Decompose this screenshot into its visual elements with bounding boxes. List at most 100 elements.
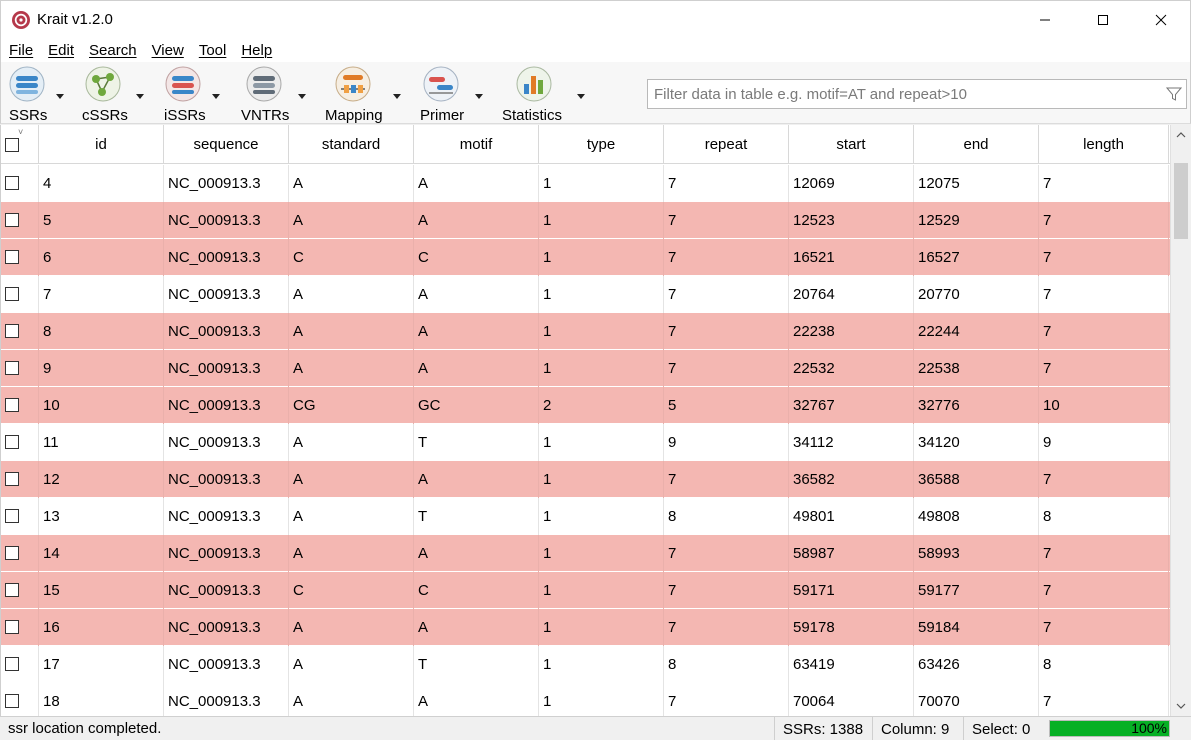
cell-repeat: 8: [664, 497, 789, 535]
ssrs-tool-button[interactable]: SSRs: [9, 66, 69, 124]
cell-end: 59184: [914, 608, 1039, 646]
filter-funnel-icon[interactable]: [1166, 86, 1182, 102]
cell-type: 1: [539, 423, 664, 461]
statistics-dropdown-caret[interactable]: [577, 94, 585, 99]
row-checkbox[interactable]: [5, 694, 19, 708]
row-checkbox[interactable]: [5, 398, 19, 412]
row-checkbox[interactable]: [5, 324, 19, 338]
column-header-standard[interactable]: standard: [289, 125, 414, 164]
vntrs-dropdown-caret[interactable]: [298, 94, 306, 99]
column-header-motif[interactable]: motif: [414, 125, 539, 164]
cell-standard: A: [289, 312, 414, 350]
menu-edit[interactable]: Edit: [48, 42, 74, 59]
column-header-sequence[interactable]: sequence: [164, 125, 289, 164]
row-checkbox[interactable]: [5, 509, 19, 523]
primer-tool-button[interactable]: Primer: [419, 66, 489, 124]
mapping-tool-button[interactable]: Mapping: [324, 66, 404, 124]
cell-end: 12529: [914, 201, 1039, 239]
scroll-down-icon[interactable]: [1171, 698, 1191, 714]
cell-motif: A: [414, 349, 539, 387]
menu-tool[interactable]: Tool: [199, 42, 227, 59]
cell-sequence: NC_000913.3: [164, 608, 289, 646]
ssrs-dropdown-caret[interactable]: [56, 94, 64, 99]
vntrs-tool-button[interactable]: VNTRs: [241, 66, 309, 124]
row-checkbox[interactable]: [5, 435, 19, 449]
table-row[interactable]: 11 NC_000913.3 A T 1 9 34112 34120 9: [1, 423, 1171, 461]
cell-repeat: 7: [664, 275, 789, 313]
cell-end: 22538: [914, 349, 1039, 387]
row-checkbox[interactable]: [5, 546, 19, 560]
row-checkbox[interactable]: [5, 657, 19, 671]
table-row[interactable]: 8 NC_000913.3 A A 1 7 22238 22244 7: [1, 312, 1171, 350]
row-checkbox-cell: [1, 682, 39, 716]
row-checkbox[interactable]: [5, 472, 19, 486]
ssr-count: SSRs: 1388: [774, 717, 870, 740]
cssrs-dropdown-caret[interactable]: [136, 94, 144, 99]
column-header-id[interactable]: id: [39, 125, 164, 164]
row-checkbox[interactable]: [5, 287, 19, 301]
row-checkbox[interactable]: [5, 176, 19, 190]
status-message: ssr location completed.: [8, 720, 162, 737]
table-row[interactable]: 18 NC_000913.3 A A 1 7 70064 70070 7: [1, 682, 1171, 716]
scroll-thumb[interactable]: [1174, 163, 1188, 239]
cell-motif: A: [414, 275, 539, 313]
table-row[interactable]: 16 NC_000913.3 A A 1 7 59178 59184 7: [1, 608, 1171, 646]
minimize-button[interactable]: [1016, 1, 1074, 39]
cell-repeat: 7: [664, 164, 789, 202]
cell-start: 32767: [789, 386, 914, 424]
menu-file[interactable]: File: [9, 42, 33, 59]
cell-type: 1: [539, 497, 664, 535]
title-bar: Krait v1.2.0: [0, 0, 1191, 38]
table-row[interactable]: 4 NC_000913.3 A A 1 7 12069 12075 7: [1, 164, 1171, 202]
table-row[interactable]: 12 NC_000913.3 A A 1 7 36582 36588 7: [1, 460, 1171, 498]
cell-repeat: 7: [664, 312, 789, 350]
row-checkbox[interactable]: [5, 361, 19, 375]
cell-end: 49808: [914, 497, 1039, 535]
column-header-length[interactable]: length: [1039, 125, 1169, 164]
column-header-repeat[interactable]: repeat: [664, 125, 789, 164]
close-button[interactable]: [1132, 1, 1190, 39]
cell-motif: A: [414, 312, 539, 350]
column-header-start[interactable]: start: [789, 125, 914, 164]
row-checkbox[interactable]: [5, 583, 19, 597]
cell-type: 1: [539, 460, 664, 498]
issrs-icon: [165, 66, 201, 102]
column-header-end[interactable]: end: [914, 125, 1039, 164]
table-row[interactable]: 6 NC_000913.3 C C 1 7 16521 16527 7: [1, 238, 1171, 276]
scroll-up-icon[interactable]: [1171, 127, 1191, 143]
cell-type: 1: [539, 201, 664, 239]
cell-motif: T: [414, 423, 539, 461]
mapping-dropdown-caret[interactable]: [393, 94, 401, 99]
cell-standard: A: [289, 275, 414, 313]
row-checkbox[interactable]: [5, 213, 19, 227]
cell-id: 7: [39, 275, 164, 313]
menu-view[interactable]: View: [152, 42, 184, 59]
menu-search[interactable]: Search: [89, 42, 137, 59]
issrs-dropdown-caret[interactable]: [212, 94, 220, 99]
table-row[interactable]: 15 NC_000913.3 C C 1 7 59171 59177 7: [1, 571, 1171, 609]
table-row[interactable]: 13 NC_000913.3 A T 1 8 49801 49808 8: [1, 497, 1171, 535]
table-row[interactable]: 10 NC_000913.3 CG GC 2 5 32767 32776 10: [1, 386, 1171, 424]
row-checkbox[interactable]: [5, 250, 19, 264]
table-row[interactable]: 7 NC_000913.3 A A 1 7 20764 20770 7: [1, 275, 1171, 313]
primer-dropdown-caret[interactable]: [475, 94, 483, 99]
maximize-button[interactable]: [1074, 1, 1132, 39]
cssrs-icon: [85, 66, 121, 102]
menu-help[interactable]: Help: [241, 42, 272, 59]
column-header-type[interactable]: type: [539, 125, 664, 164]
vertical-scrollbar[interactable]: [1170, 125, 1191, 716]
statistics-tool-button[interactable]: Statistics: [501, 66, 587, 124]
table-row[interactable]: 14 NC_000913.3 A A 1 7 58987 58993 7: [1, 534, 1171, 572]
table-row[interactable]: 5 NC_000913.3 A A 1 7 12523 12529 7: [1, 201, 1171, 239]
cell-motif: A: [414, 608, 539, 646]
row-checkbox[interactable]: [5, 620, 19, 634]
select-all-checkbox[interactable]: [5, 137, 19, 152]
table-row[interactable]: 9 NC_000913.3 A A 1 7 22532 22538 7: [1, 349, 1171, 387]
cell-length: 10: [1039, 386, 1169, 424]
issrs-tool-button[interactable]: iSSRs: [164, 66, 224, 124]
cssrs-tool-button[interactable]: cSSRs: [82, 66, 148, 124]
cell-standard: A: [289, 497, 414, 535]
table-row[interactable]: 17 NC_000913.3 A T 1 8 63419 63426 8: [1, 645, 1171, 683]
filter-input[interactable]: [648, 85, 1148, 103]
cell-standard: A: [289, 682, 414, 716]
